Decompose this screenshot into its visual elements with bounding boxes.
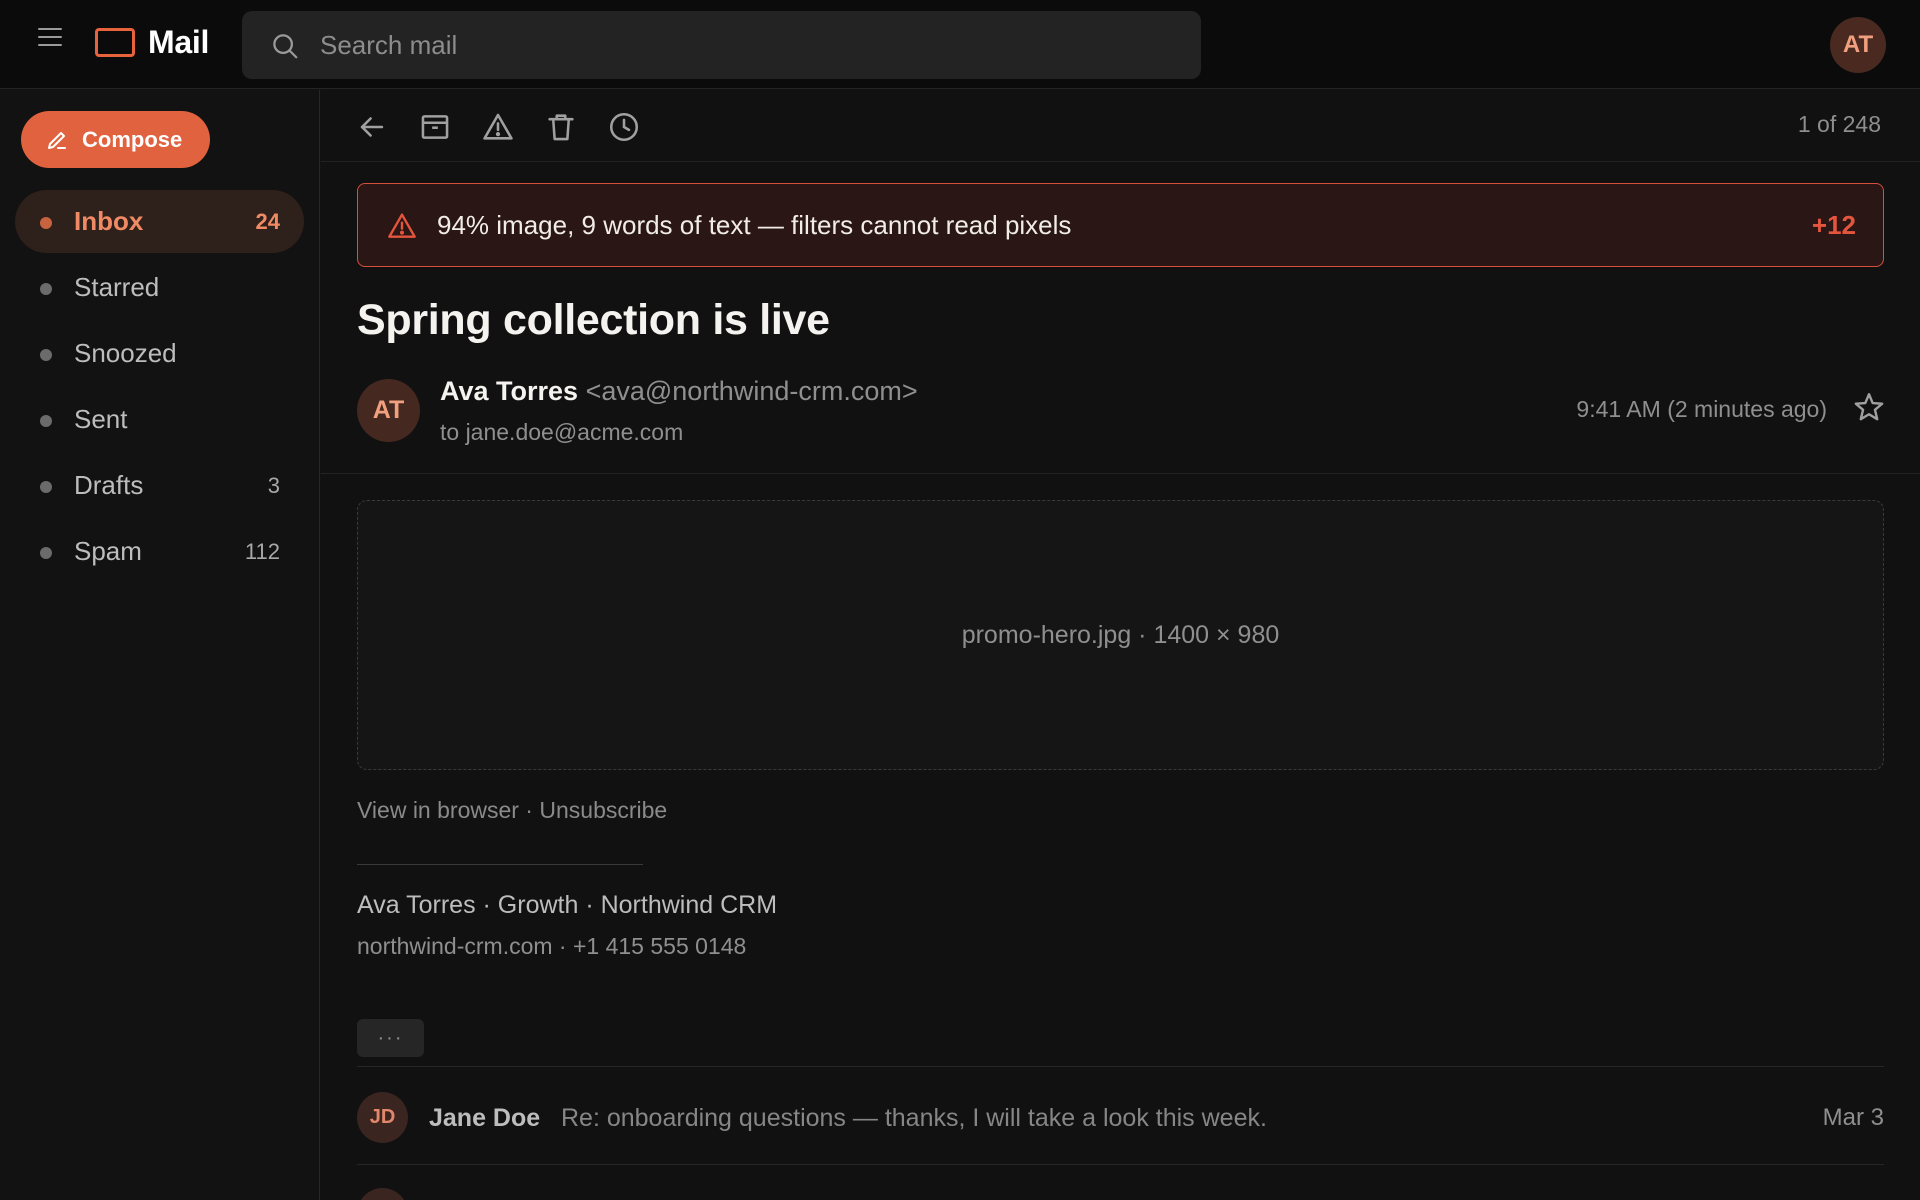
back-button[interactable]: [355, 110, 389, 144]
thread-message-row[interactable]: JD Jane Doe Re: onboarding questions — t…: [357, 1067, 1884, 1164]
sidebar-item-count: 24: [255, 208, 280, 234]
sidebar-item-sent[interactable]: Sent: [15, 388, 304, 451]
compose-button[interactable]: Compose: [21, 111, 210, 168]
inbox-dot-icon: [40, 217, 52, 229]
email-footer-links: View in browser · Unsubscribe: [357, 797, 667, 824]
unsubscribe-link[interactable]: Unsubscribe: [539, 797, 667, 823]
pencil-icon: [48, 131, 66, 149]
sidebar-item-starred[interactable]: Starred: [15, 256, 304, 319]
thread-divider: [357, 1164, 1884, 1165]
back-arrow-icon: [360, 117, 384, 137]
signature-contact: northwind-crm.com · +1 415 555 0148: [357, 933, 747, 959]
image-placeholder[interactable]: promo-hero.jpg · 1400 × 980: [357, 500, 1884, 770]
view-in-browser-link[interactable]: View in browser: [357, 797, 519, 823]
sidebar-item-count: 3: [267, 472, 280, 498]
message-toolbar: 1 of 248: [321, 90, 1920, 162]
search-icon: [273, 34, 298, 59]
next-thread-avatar[interactable]: [357, 1188, 408, 1200]
message-subject: Spring collection is live: [357, 296, 830, 344]
sidebar-item-count: 112: [244, 538, 280, 564]
account-avatar[interactable]: AT: [1830, 17, 1886, 73]
snoozed-dot-icon: [40, 349, 52, 361]
delete-button[interactable]: [544, 110, 578, 144]
sender-avatar[interactable]: AT: [357, 379, 420, 442]
report-spam-button[interactable]: [481, 110, 515, 144]
sent-dot-icon: [40, 415, 52, 427]
show-trimmed-content-button[interactable]: ···: [357, 1019, 424, 1057]
search-input[interactable]: [320, 11, 1180, 79]
app-title: Mail: [148, 24, 210, 60]
sidebar-item-label: Sent: [74, 404, 128, 434]
thread-avatar: JD: [357, 1092, 408, 1143]
drafts-dot-icon: [40, 481, 52, 493]
starred-dot-icon: [40, 283, 52, 295]
header-divider: [321, 473, 1920, 474]
message-pane: 1 of 248 94% image, 9 words of text — fi…: [321, 90, 1920, 1200]
sidebar-item-label: Spam: [74, 536, 142, 566]
message-timestamp: 9:41 AM (2 minutes ago): [1576, 396, 1827, 422]
footer-separator: ·: [518, 797, 540, 823]
compose-label: Compose: [82, 126, 183, 152]
sidebar-item-label: Inbox: [74, 206, 144, 236]
warning-text: 94% image, 9 words of text — filters can…: [437, 210, 1072, 240]
star-icon: [1854, 393, 1884, 421]
sidebar-item-label: Drafts: [74, 470, 144, 500]
app-logo[interactable]: Mail: [95, 24, 209, 61]
trash-icon: [548, 114, 574, 141]
spam-score-badge: +12: [1811, 210, 1856, 240]
image-filename: promo-hero.jpg · 1400 × 980: [961, 620, 1280, 649]
spam-warning-banner: 94% image, 9 words of text — filters can…: [357, 183, 1884, 267]
sidebar-item-label: Starred: [74, 272, 160, 302]
thread-snippet: Re: onboarding questions — thanks, I wil…: [561, 1104, 1267, 1132]
sidebar-item-snoozed[interactable]: Snoozed: [15, 322, 304, 385]
sidebar-item-label: Snoozed: [74, 338, 177, 368]
sender-email: <ava@northwind-crm.com>: [585, 376, 918, 406]
sidebar-item-drafts[interactable]: Drafts 3: [15, 454, 304, 517]
mail-logo-icon: [95, 28, 135, 57]
sidebar-item-spam[interactable]: Spam 112: [15, 520, 304, 583]
sidebar: Compose Inbox 24 Starred Snoozed Sent Dr…: [0, 90, 320, 1200]
search-bar[interactable]: [242, 11, 1201, 79]
thread-date: Mar 3: [1822, 1104, 1884, 1131]
menu-icon[interactable]: [36, 26, 64, 48]
archive-icon: [421, 115, 449, 139]
archive-button[interactable]: [418, 110, 452, 144]
warning-triangle-icon: [388, 213, 416, 238]
snooze-button[interactable]: [607, 110, 641, 144]
top-bar: Mail AT: [0, 0, 1920, 89]
signature-divider: [357, 864, 643, 865]
snooze-clock-icon: [609, 112, 639, 142]
signature-name: Ava Torres · Growth · Northwind CRM: [357, 891, 778, 919]
sender-line: Ava Torres <ava@northwind-crm.com>: [440, 376, 918, 407]
sidebar-item-inbox[interactable]: Inbox 24: [15, 190, 304, 253]
sender-name[interactable]: Ava Torres: [440, 376, 578, 406]
spam-dot-icon: [40, 547, 52, 559]
recipient-line[interactable]: to jane.doe@acme.com: [440, 419, 683, 446]
report-spam-icon: [483, 113, 513, 140]
message-pager: 1 of 248: [1797, 111, 1881, 137]
thread-sender-name: Jane Doe: [429, 1104, 541, 1132]
sidebar-nav: Inbox 24 Starred Snoozed Sent Drafts 3 S…: [15, 190, 304, 586]
star-button[interactable]: [1852, 390, 1886, 424]
